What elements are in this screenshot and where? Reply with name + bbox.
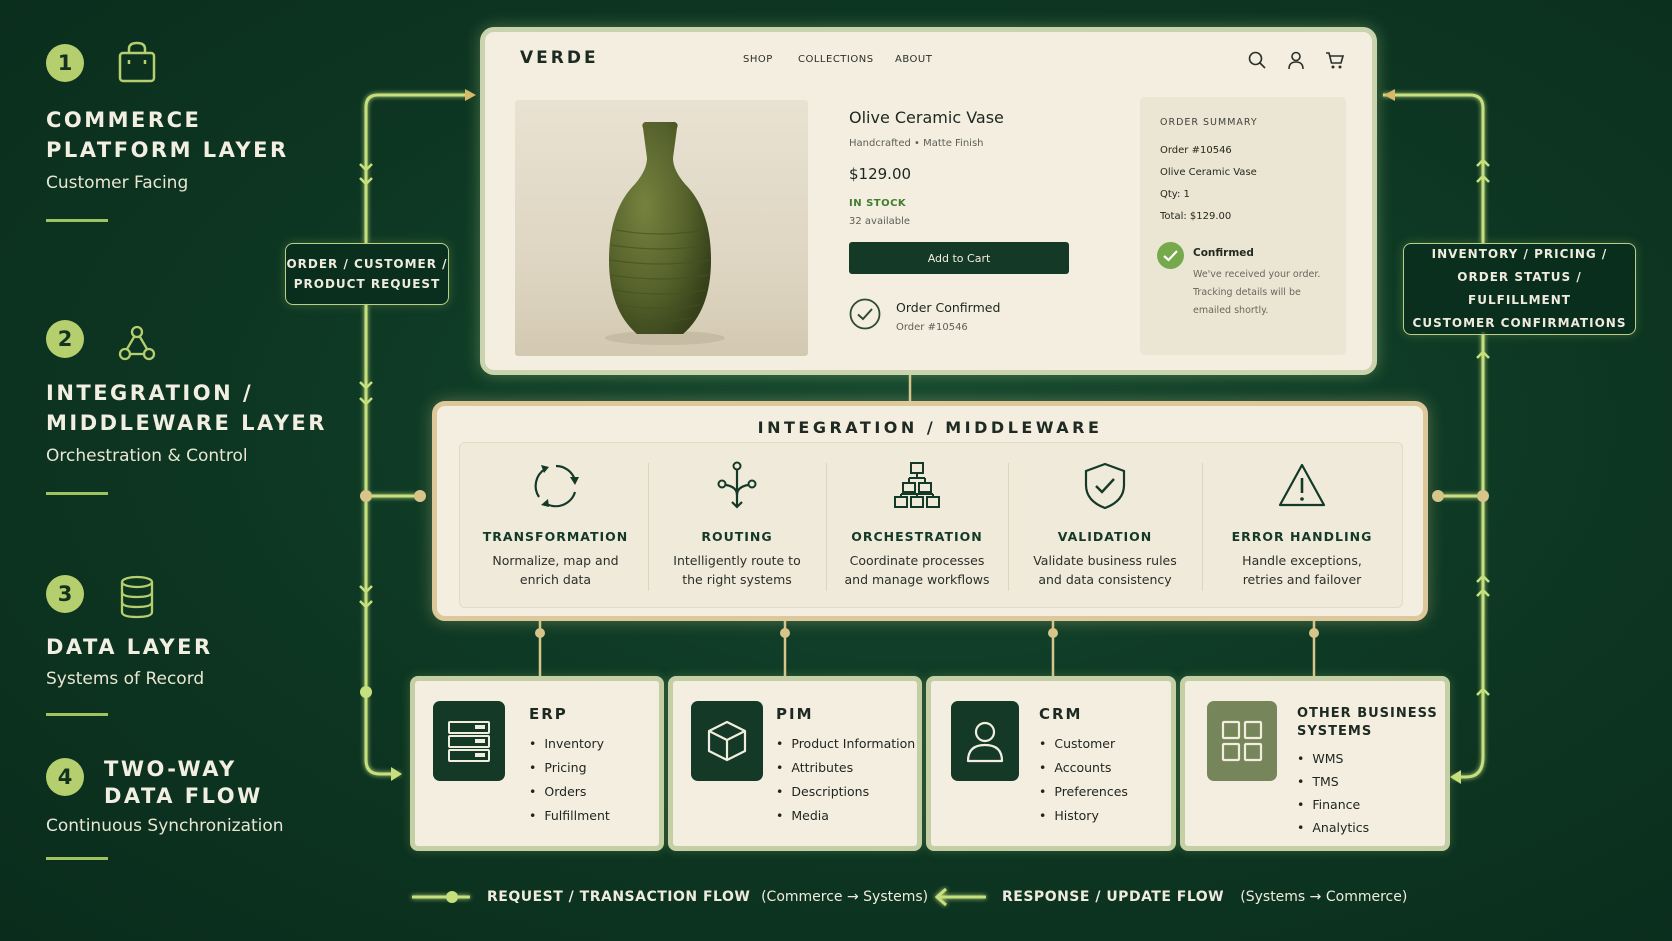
add-to-cart-button[interactable]: Add to Cart (849, 242, 1069, 274)
warning-triangle-icon (1278, 463, 1326, 507)
capability-routing: ROUTING Intelligently route to the right… (648, 443, 826, 607)
grid-icon (1207, 701, 1277, 781)
system-item: Finance (1297, 797, 1360, 812)
step-number: 1 (46, 44, 84, 82)
stock-available: 32 available (849, 216, 911, 227)
layer-title: COMMERCE PLATFORM LAYER (46, 108, 289, 162)
response-callout: INVENTORY / PRICING / ORDER STATUS / FULF… (1403, 243, 1636, 335)
summary-line: Order #10546 (1160, 145, 1232, 156)
database-icon (120, 575, 154, 619)
system-title: CRM (1039, 705, 1083, 723)
system-title: OTHER BUSINESS SYSTEMS (1297, 706, 1438, 739)
system-item: Orders (529, 784, 586, 799)
box-icon (691, 701, 763, 781)
system-item: Descriptions (776, 784, 869, 799)
product-price: $129.00 (849, 165, 912, 183)
network-nodes-icon (118, 325, 156, 361)
summary-note: emailed shortly. (1193, 305, 1269, 316)
nav-shop[interactable]: SHOP (743, 54, 773, 65)
product-meta: Handcrafted • Matte Finish (849, 138, 984, 149)
system-item: Pricing (529, 760, 586, 775)
summary-line: Qty: 1 (1160, 189, 1190, 200)
step-number: 3 (46, 575, 84, 613)
hierarchy-icon (894, 462, 940, 508)
middleware-capabilities: TRANSFORMATION Normalize, map and enrich… (459, 442, 1403, 608)
middleware-panel: INTEGRATION / MIDDLEWARE TRANSFORMATION … (432, 401, 1428, 621)
divider (46, 713, 108, 716)
brand-logo[interactable]: VERDE (520, 48, 599, 68)
middleware-title: INTEGRATION / MIDDLEWARE (757, 418, 1103, 437)
divider (46, 219, 108, 222)
shopping-bag-icon (118, 41, 156, 83)
product-title: Olive Ceramic Vase (849, 108, 1004, 127)
user-icon[interactable] (1286, 50, 1306, 70)
system-item: Accounts (1039, 760, 1111, 775)
system-item: Preferences (1039, 784, 1128, 799)
summary-note: Tracking details will be (1193, 287, 1301, 298)
check-icon (1157, 242, 1184, 269)
person-icon (951, 701, 1019, 781)
vase-image (605, 122, 725, 345)
order-summary-heading: ORDER SUMMARY (1160, 117, 1258, 128)
request-callout: ORDER / CUSTOMER / PRODUCT REQUEST (285, 243, 449, 305)
order-confirmed-check-icon (849, 298, 881, 330)
system-item: Customer (1039, 736, 1115, 751)
cart-icon[interactable] (1325, 50, 1345, 70)
system-item: Product Information (776, 736, 915, 751)
system-card-crm: CRM Customer Accounts Preferences Histor… (926, 676, 1176, 851)
system-item: History (1039, 808, 1098, 823)
summary-line: Total: $129.00 (1160, 211, 1232, 222)
capability-error-handling: ERROR HANDLING Handle exceptions, retrie… (1202, 443, 1402, 607)
system-title: ERP (529, 705, 568, 723)
system-item: Fulfillment (529, 808, 609, 823)
storefront-window: VERDE SHOP COLLECTIONS ABOUT Olive Ceram… (480, 27, 1377, 375)
layer-title: TWO-WAY DATA FLOW (104, 757, 263, 808)
system-item: Inventory (529, 736, 604, 751)
server-icon (433, 701, 505, 781)
divider (46, 857, 108, 860)
capability-validation: VALIDATION Validate business rules and d… (1008, 443, 1202, 607)
layer-title: INTEGRATION / MIDDLEWARE LAYER (46, 381, 327, 435)
nav-collections[interactable]: COLLECTIONS (798, 54, 874, 65)
stock-status: IN STOCK (849, 198, 907, 209)
step-number: 4 (46, 758, 84, 796)
capability-orchestration: ORCHESTRATION Coordinate processes and m… (826, 443, 1008, 607)
system-item: Analytics (1297, 820, 1369, 835)
order-confirmed-title: Order Confirmed (896, 300, 1001, 315)
shield-check-icon (1084, 462, 1126, 510)
search-icon[interactable] (1247, 50, 1267, 70)
system-card-pim: PIM Product Information Attributes Descr… (668, 676, 922, 851)
transform-cycle-icon (534, 464, 579, 508)
layer-subtitle: Customer Facing (46, 173, 189, 193)
nav-about[interactable]: ABOUT (895, 54, 932, 65)
summary-line: Olive Ceramic Vase (1160, 167, 1257, 178)
request-flow-legend: REQUEST / TRANSACTION FLOW (Commerce → S… (487, 889, 929, 905)
divider (46, 492, 108, 495)
summary-status: Confirmed (1193, 247, 1254, 259)
system-card-other: OTHER BUSINESSSYSTEMS WMS TMS Finance An… (1180, 676, 1450, 851)
layer-subtitle: Systems of Record (46, 669, 205, 689)
system-item: TMS (1297, 774, 1338, 789)
order-confirmed-number: Order #10546 (896, 322, 968, 333)
layer-title: DATA LAYER (46, 635, 213, 659)
layer-subtitle: Orchestration & Control (46, 446, 248, 466)
summary-note: We've received your order. (1193, 269, 1321, 280)
step-number: 2 (46, 320, 84, 358)
system-item: Media (776, 808, 829, 823)
system-title: PIM (776, 705, 814, 723)
system-card-erp: ERP Inventory Pricing Orders Fulfillment (410, 676, 664, 851)
capability-transformation: TRANSFORMATION Normalize, map and enrich… (460, 443, 651, 607)
layer-subtitle: Continuous Synchronization (46, 816, 284, 836)
order-summary-panel: ORDER SUMMARY Order #10546 Olive Ceramic… (1140, 97, 1346, 355)
response-flow-legend: RESPONSE / UPDATE FLOW (Systems → Commer… (1002, 889, 1408, 905)
product-photo (515, 100, 808, 356)
system-item: Attributes (776, 760, 853, 775)
system-item: WMS (1297, 751, 1343, 766)
routing-fork-icon (717, 461, 757, 509)
